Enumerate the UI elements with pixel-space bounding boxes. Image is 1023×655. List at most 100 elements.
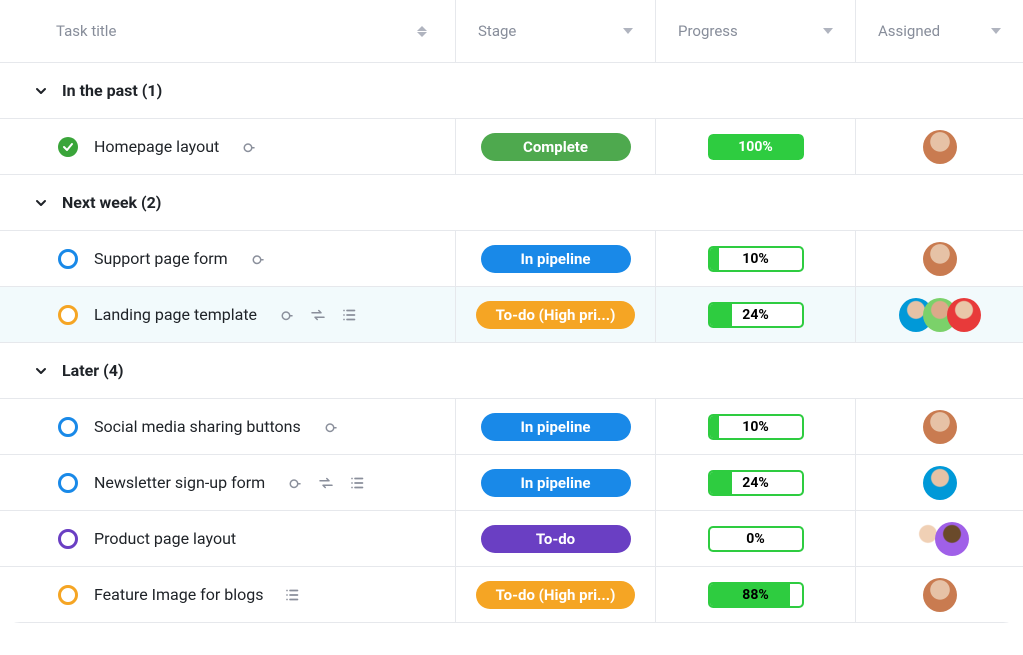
task-title: Newsletter sign-up form — [94, 473, 265, 492]
progress-value: 24% — [710, 472, 802, 494]
column-header-label: Stage — [478, 22, 516, 40]
task-row[interactable]: Support page form In pipeline 10% — [0, 231, 1023, 287]
task-row[interactable]: Newsletter sign-up form In pipeline 24% — [0, 455, 1023, 511]
repeat-icon[interactable] — [309, 306, 327, 324]
task-stage-cell: Complete — [455, 119, 655, 174]
stage-pill[interactable]: In pipeline — [481, 413, 631, 441]
subtasks-icon[interactable] — [284, 586, 302, 604]
column-header-progress[interactable]: Progress — [655, 0, 855, 62]
task-stage-cell: In pipeline — [455, 455, 655, 510]
status-circle[interactable] — [58, 305, 78, 325]
task-row[interactable]: Homepage layout Complete 100% — [0, 119, 1023, 175]
attachment-icon[interactable] — [285, 474, 303, 492]
task-stage-cell: In pipeline — [455, 399, 655, 454]
task-meta-icons — [248, 250, 266, 268]
progress-bar[interactable]: 10% — [708, 414, 804, 440]
task-row[interactable]: Feature Image for blogs To-do (High pri.… — [0, 567, 1023, 623]
task-meta-icons — [285, 474, 367, 492]
status-circle[interactable] — [58, 137, 78, 157]
progress-bar[interactable]: 100% — [708, 134, 804, 160]
stage-pill[interactable]: In pipeline — [481, 245, 631, 273]
group-header[interactable]: In the past (1) — [0, 63, 1023, 119]
progress-value: 88% — [710, 584, 802, 606]
avatar[interactable] — [923, 130, 957, 164]
progress-bar[interactable]: 0% — [708, 526, 804, 552]
task-row[interactable]: Landing page template To-do (High pri...… — [0, 287, 1023, 343]
task-row[interactable]: Product page layout To-do 0% — [0, 511, 1023, 567]
status-circle[interactable] — [58, 473, 78, 493]
task-progress-cell: 24% — [655, 455, 855, 510]
stage-pill[interactable]: To-do (High pri...) — [476, 581, 636, 609]
stage-pill[interactable]: Complete — [481, 133, 631, 161]
avatar[interactable] — [923, 410, 957, 444]
stage-pill[interactable]: To-do (High pri...) — [476, 301, 636, 329]
task-row[interactable]: Social media sharing buttons In pipeline… — [0, 399, 1023, 455]
task-assigned-cell — [855, 287, 1023, 342]
progress-value: 0% — [710, 528, 802, 550]
chevron-down-icon — [34, 364, 48, 378]
table-header: Task title Stage Progress Assigned — [0, 0, 1023, 62]
column-header-label: Task title — [56, 22, 116, 40]
column-header-title[interactable]: Task title — [0, 22, 455, 40]
task-title-cell: Homepage layout — [0, 137, 455, 157]
caret-down-icon — [823, 28, 833, 34]
avatar[interactable] — [923, 578, 957, 612]
subtasks-icon[interactable] — [341, 306, 359, 324]
task-meta-icons — [277, 306, 359, 324]
progress-bar[interactable]: 88% — [708, 582, 804, 608]
group-header[interactable]: Later (4) — [0, 343, 1023, 399]
attachment-icon[interactable] — [321, 418, 339, 436]
column-header-stage[interactable]: Stage — [455, 0, 655, 62]
sort-icon[interactable] — [417, 26, 427, 37]
task-stage-cell: To-do — [455, 511, 655, 566]
task-title-cell: Landing page template — [0, 305, 455, 325]
group-header[interactable]: Next week (2) — [0, 175, 1023, 231]
task-title: Homepage layout — [94, 137, 219, 156]
task-title-cell: Social media sharing buttons — [0, 417, 455, 437]
status-circle[interactable] — [58, 585, 78, 605]
task-title: Landing page template — [94, 305, 257, 324]
task-title: Product page layout — [94, 529, 236, 548]
progress-value: 24% — [710, 304, 802, 326]
stage-pill[interactable]: To-do — [481, 525, 631, 553]
progress-bar[interactable]: 10% — [708, 246, 804, 272]
task-stage-cell: To-do (High pri...) — [455, 567, 655, 622]
avatar[interactable] — [923, 242, 957, 276]
task-stage-cell: To-do (High pri...) — [455, 287, 655, 342]
task-title-cell: Product page layout — [0, 529, 455, 549]
attachment-icon[interactable] — [248, 250, 266, 268]
stage-pill[interactable]: In pipeline — [481, 469, 631, 497]
caret-down-icon — [991, 28, 1001, 34]
repeat-icon[interactable] — [317, 474, 335, 492]
progress-value: 100% — [708, 134, 804, 160]
attachment-icon[interactable] — [277, 306, 295, 324]
task-meta-icons — [284, 586, 302, 604]
task-assigned-cell — [855, 119, 1023, 174]
avatar-group[interactable] — [911, 522, 969, 556]
task-stage-cell: In pipeline — [455, 231, 655, 286]
column-header-label: Progress — [678, 22, 738, 40]
status-circle[interactable] — [58, 529, 78, 549]
task-assigned-cell — [855, 399, 1023, 454]
task-meta-icons — [321, 418, 339, 436]
task-progress-cell: 100% — [655, 119, 855, 174]
column-header-assigned[interactable]: Assigned — [855, 0, 1023, 62]
subtasks-icon[interactable] — [349, 474, 367, 492]
task-title-cell: Support page form — [0, 249, 455, 269]
progress-bar[interactable]: 24% — [708, 302, 804, 328]
task-table: Task title Stage Progress Assigned In th… — [0, 0, 1023, 623]
avatar[interactable] — [935, 522, 969, 556]
avatar[interactable] — [947, 298, 981, 332]
column-header-label: Assigned — [878, 22, 940, 40]
status-circle[interactable] — [58, 249, 78, 269]
avatar-group[interactable] — [899, 298, 981, 332]
status-circle[interactable] — [58, 417, 78, 437]
task-assigned-cell — [855, 567, 1023, 622]
progress-bar[interactable]: 24% — [708, 470, 804, 496]
attachment-icon[interactable] — [239, 138, 257, 156]
chevron-down-icon — [34, 196, 48, 210]
caret-down-icon — [623, 28, 633, 34]
task-progress-cell: 10% — [655, 399, 855, 454]
task-assigned-cell — [855, 511, 1023, 566]
avatar[interactable] — [923, 466, 957, 500]
